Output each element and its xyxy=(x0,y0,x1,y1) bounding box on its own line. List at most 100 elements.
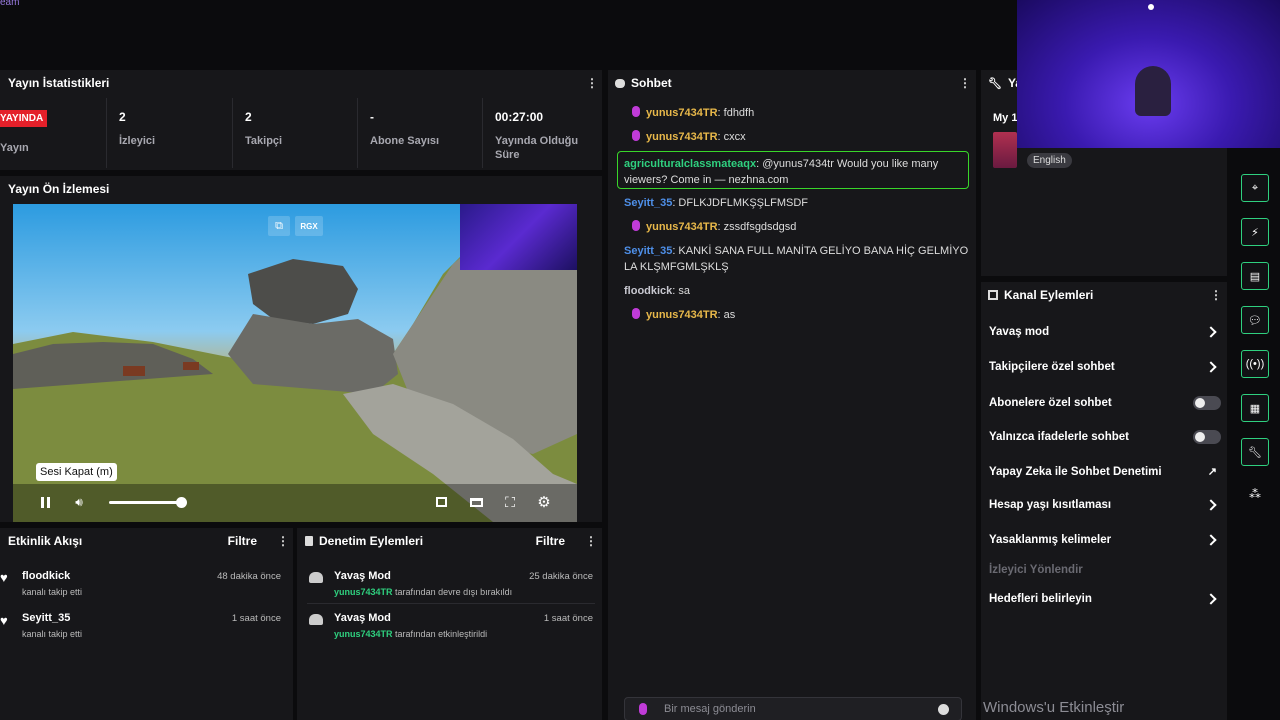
webcam-person xyxy=(1135,66,1171,116)
chat-username[interactable]: yunus7434TR xyxy=(646,131,718,143)
gear-icon: ⚙︎ xyxy=(537,494,551,511)
pause-button[interactable] xyxy=(37,494,53,510)
volume-slider[interactable] xyxy=(109,497,187,508)
mic-badge-icon xyxy=(632,130,640,141)
broadcast-icon: ((•)) xyxy=(1245,358,1265,370)
action-followers-only[interactable]: Takipçilere özel sohbet xyxy=(989,361,1221,373)
channel-actions-panel: Kanal Eylemleri ⋮ Yavaş mod Takipçilere … xyxy=(981,282,1227,720)
moderation-detail: yunus7434TR tarafından etkinleştirildi xyxy=(334,629,487,639)
apps-icon[interactable]: ⁂ xyxy=(1249,487,1261,501)
action-label: Yalnızca ifadelerle sohbet xyxy=(989,431,1129,443)
chat-text: : zssdfsgdsdgsd xyxy=(717,221,797,233)
activity-panel-title: Etkinlik Akışı xyxy=(8,534,83,548)
preview-panel-title: Yayın Ön İzlemesi xyxy=(8,182,110,196)
sidebar-button-layout[interactable]: ▦ xyxy=(1241,394,1269,422)
moderation-panel: Denetim Eylemleri Filtre ⋮ Yavaş Mod yun… xyxy=(297,528,602,720)
chat-message-highlighted: agriculturalclassmateaqx: @yunus7434tr W… xyxy=(617,151,969,189)
theater-button[interactable] xyxy=(468,494,484,510)
kebab-menu-icon[interactable]: ⋮ xyxy=(585,534,597,548)
popout-icon[interactable]: ⧉ xyxy=(268,216,290,236)
list-item: Yavaş Mod yunus7434TR tarafından devre d… xyxy=(307,568,595,604)
action-ai-moderation[interactable]: Yapay Zeka ile Sohbet Denetimi ↗ xyxy=(989,465,1221,479)
sidebar-button-lightning[interactable]: ⚡︎ xyxy=(1241,218,1269,246)
emoji-icon[interactable] xyxy=(938,704,949,715)
kebab-menu-icon[interactable]: ⋮ xyxy=(277,534,289,548)
chat-message: yunus7434TR: as xyxy=(624,307,974,323)
sidebar-button-tools[interactable]: 🔧︎ xyxy=(1241,438,1269,466)
emote-only-toggle[interactable] xyxy=(1193,430,1221,444)
snail-icon xyxy=(309,614,323,625)
action-label: Abonelere özel sohbet xyxy=(989,397,1112,409)
chat-text: : DFLKJDFLMKŞŞLFMSDF xyxy=(672,197,808,209)
chat-message: yunus7434TR: zssdfsgdsdgsd xyxy=(624,219,974,235)
windows-watermark: Windows'u Etkinleştir xyxy=(983,699,1125,716)
action-raid: İzleyici Yönlendir xyxy=(989,564,1221,576)
action-emote-only: Yalnızca ifadelerle sohbet xyxy=(989,430,1221,444)
video-player[interactable]: ⧉ RGX Sesi Kapat (m) 🔊︎ ⛶ ⚙︎ xyxy=(13,204,577,522)
chevron-right-icon xyxy=(1205,593,1217,605)
subscribers-only-toggle[interactable] xyxy=(1193,396,1221,410)
mic-icon[interactable] xyxy=(639,703,647,715)
sidebar-button-target[interactable]: ⌖ xyxy=(1241,174,1269,202)
stat-label: Abone Sayısı xyxy=(370,135,440,147)
event-user: Seyitt_35 xyxy=(22,612,71,624)
action-set-goals[interactable]: Hedefleri belirleyin xyxy=(989,593,1221,605)
sidebar-button-broadcast[interactable]: ((•)) xyxy=(1241,350,1269,378)
stat-label: İzleyici xyxy=(119,135,156,147)
mini-player-button[interactable] xyxy=(433,494,449,510)
chat-message: yunus7434TR: fdhdfh xyxy=(624,105,974,121)
external-link-icon: ↗ xyxy=(1207,466,1217,478)
chat-username[interactable]: Seyitt_35 xyxy=(624,197,672,209)
chat-username[interactable]: yunus7434TR xyxy=(646,221,718,233)
action-banned-words[interactable]: Yasaklanmış kelimeler xyxy=(989,534,1221,546)
chevron-right-icon xyxy=(1205,534,1217,546)
action-label: Hesap yaşı kısıtlaması xyxy=(989,499,1112,511)
preview-panel: Yayın Ön İzlemesi ⧉ RGX Sesi Kapat (m) 🔊… xyxy=(0,176,602,522)
stat-live: YAYINDA Yayın xyxy=(0,98,107,168)
chat-username[interactable]: yunus7434TR xyxy=(646,107,718,119)
mic-badge-icon xyxy=(632,308,640,319)
moderator-name: yunus7434TR xyxy=(334,587,393,597)
wrench-icon: 🔧︎ xyxy=(1248,446,1262,459)
sidebar-button-notes[interactable]: ▤ xyxy=(1241,262,1269,290)
chat-message: floodkick: sa xyxy=(624,283,974,299)
kebab-menu-icon[interactable]: ⋮ xyxy=(586,76,598,90)
chat-username[interactable]: floodkick xyxy=(624,285,672,297)
chat-username[interactable]: yunus7434TR xyxy=(646,309,718,321)
event-time: 25 dakika önce xyxy=(529,571,593,582)
stat-label: Takipçi xyxy=(245,135,283,147)
kebab-menu-icon[interactable]: ⋮ xyxy=(1210,288,1222,302)
wrench-icon: 🔧︎ xyxy=(988,77,1002,90)
volume-button[interactable]: 🔊︎ xyxy=(71,494,87,510)
action-label: Hedefleri belirleyin xyxy=(989,593,1092,605)
theater-icon xyxy=(469,497,483,507)
fullscreen-button[interactable]: ⛶ xyxy=(502,494,518,510)
moderation-filter-button[interactable]: Filtre xyxy=(536,534,565,548)
chat-input[interactable]: Bir mesaj gönderin xyxy=(624,697,962,720)
event-time: 1 saat önce xyxy=(543,613,593,624)
heart-icon: ♥ xyxy=(0,570,8,585)
stats-panel: Yayın İstatistikleri ⋮ YAYINDA Yayın 2 İ… xyxy=(0,70,602,170)
chat-icon: 💬︎ xyxy=(1248,314,1262,327)
chat-panel: Sohbet ⋮ yunus7434TR: fdhdfh yunus7434TR… xyxy=(608,70,976,720)
chat-message: Seyitt_35: KANKİ SANA FULL MANİTA GELİYO… xyxy=(624,243,974,275)
miniplayer-icon xyxy=(435,497,447,507)
live-badge: YAYINDA xyxy=(0,110,48,127)
mic-badge-icon xyxy=(632,106,640,117)
channel-actions-title: Kanal Eylemleri xyxy=(1004,288,1094,302)
settings-button[interactable]: ⚙︎ xyxy=(536,494,552,511)
chat-username[interactable]: Seyitt_35 xyxy=(624,245,672,257)
action-slow-mode[interactable]: Yavaş mod xyxy=(989,326,1221,338)
event-description: kanalı takip etti xyxy=(22,587,83,597)
webcam-overlay xyxy=(460,204,577,270)
volume-slider-knob[interactable] xyxy=(175,497,187,508)
sidebar-button-chat[interactable]: 💬︎ xyxy=(1241,306,1269,334)
kebab-menu-icon[interactable]: ⋮ xyxy=(959,76,971,90)
webcam-feed xyxy=(1017,0,1280,148)
action-account-age[interactable]: Hesap yaşı kısıtlaması xyxy=(989,499,1221,511)
chat-username[interactable]: agriculturalclassmateaqx xyxy=(624,158,756,170)
action-label: Yasaklanmış kelimeler xyxy=(989,534,1112,546)
chevron-right-icon xyxy=(1205,361,1217,373)
activity-filter-button[interactable]: Filtre xyxy=(228,534,257,548)
list-item: Yavaş Mod yunus7434TR tarafından etkinle… xyxy=(307,610,595,646)
